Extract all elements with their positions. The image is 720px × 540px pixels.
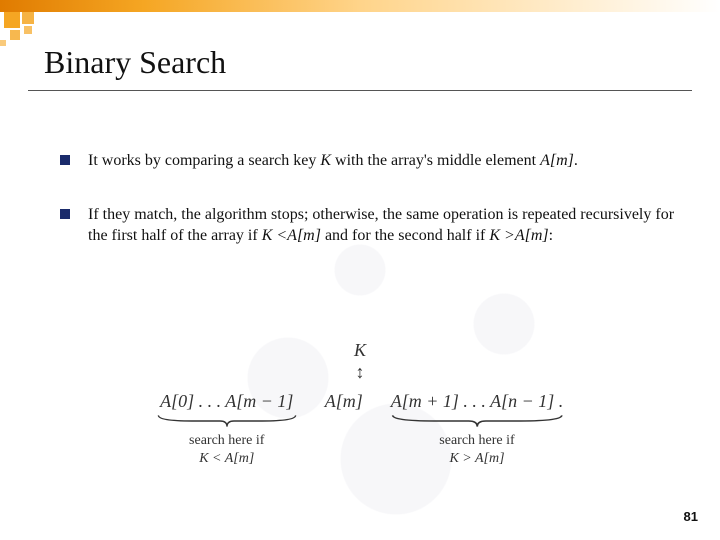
bullet-item: It works by comparing a search key K wit… [60, 150, 680, 172]
diagram-right-half: A[m + 1] . . . A[n − 1] . search here if… [391, 391, 563, 467]
bullet-square-icon [60, 155, 70, 165]
bullet-square-icon [60, 209, 70, 219]
content-area: It works by comparing a search key K wit… [60, 150, 680, 279]
slide-title: Binary Search [44, 44, 226, 81]
top-accent-bar [0, 0, 720, 12]
right-array-range: A[m + 1] . . . A[n − 1] . [391, 391, 563, 412]
right-caption: search here if K > A[m] [439, 432, 514, 467]
underbrace-icon [391, 414, 563, 428]
bullet-text: It works by comparing a search key K wit… [88, 150, 680, 172]
bullet-item: If they match, the algorithm stops; othe… [60, 204, 680, 247]
binary-search-diagram: K ↕ A[0] . . . A[m − 1] search here if K… [0, 340, 720, 467]
underbrace-icon [157, 414, 297, 428]
page-number: 81 [684, 509, 698, 524]
title-underline [28, 90, 692, 91]
updown-arrow-icon: ↕ [0, 363, 720, 381]
bullet-text: If they match, the algorithm stops; othe… [88, 204, 680, 247]
diagram-middle: A[m] [325, 391, 363, 412]
middle-element: A[m] [325, 391, 363, 412]
left-array-range: A[0] . . . A[m − 1] [160, 391, 293, 412]
diagram-key-K: K [0, 340, 720, 361]
left-caption: search here if K < A[m] [189, 432, 264, 467]
diagram-left-half: A[0] . . . A[m − 1] search here if K < A… [157, 391, 297, 467]
